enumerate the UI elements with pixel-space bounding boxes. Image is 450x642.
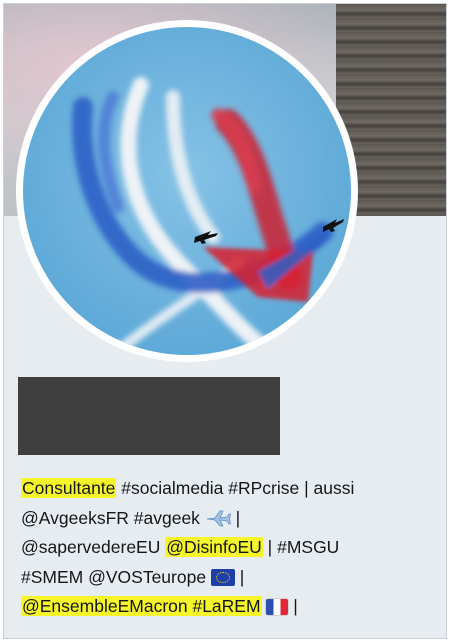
bio-line: @AvgeeksFR #avgeek | bbox=[21, 504, 446, 534]
bio-text: | bbox=[288, 596, 298, 616]
bio-mention-or-hashtag[interactable]: @AvgeeksFR #avgeek bbox=[21, 508, 205, 528]
airplane-emoji-icon bbox=[205, 507, 231, 526]
bio-mention-or-hashtag[interactable]: #SMEM @VOSTeurope bbox=[21, 567, 211, 587]
highlighted-bio-text[interactable]: @DisinfoEU bbox=[165, 537, 263, 557]
eu-flag-emoji-icon bbox=[210, 568, 235, 586]
bio-text: | bbox=[230, 507, 241, 528]
avatar-image bbox=[23, 27, 351, 355]
profile-bio: Consultante #socialmedia #RPcrise | auss… bbox=[21, 474, 446, 622]
profile-card: Consultante #socialmedia #RPcrise | auss… bbox=[3, 3, 447, 639]
bio-text: | bbox=[234, 566, 245, 587]
bio-line: Consultante #socialmedia #RPcrise | auss… bbox=[21, 474, 446, 504]
france-flag-emoji-icon bbox=[266, 599, 289, 615]
bio-line: #SMEM @VOSTeurope | bbox=[21, 563, 446, 593]
bio-mention-or-hashtag[interactable]: @sapervedereEU bbox=[21, 537, 165, 557]
redacted-display-name bbox=[18, 377, 280, 455]
bio-line: @sapervedereEU @DisinfoEU | #MSGU bbox=[21, 533, 446, 563]
bio-mention-or-hashtag[interactable]: | #MSGU bbox=[263, 537, 340, 557]
bio-line: @EnsembleEMacron #LaREM | bbox=[21, 592, 446, 622]
highlighted-bio-text[interactable]: @EnsembleEMacron #LaREM bbox=[21, 596, 262, 616]
bio-mention-or-hashtag[interactable]: #socialmedia #RPcrise | aussi bbox=[116, 478, 354, 498]
avatar[interactable] bbox=[16, 20, 358, 362]
highlighted-bio-text: Consultante bbox=[21, 478, 117, 498]
